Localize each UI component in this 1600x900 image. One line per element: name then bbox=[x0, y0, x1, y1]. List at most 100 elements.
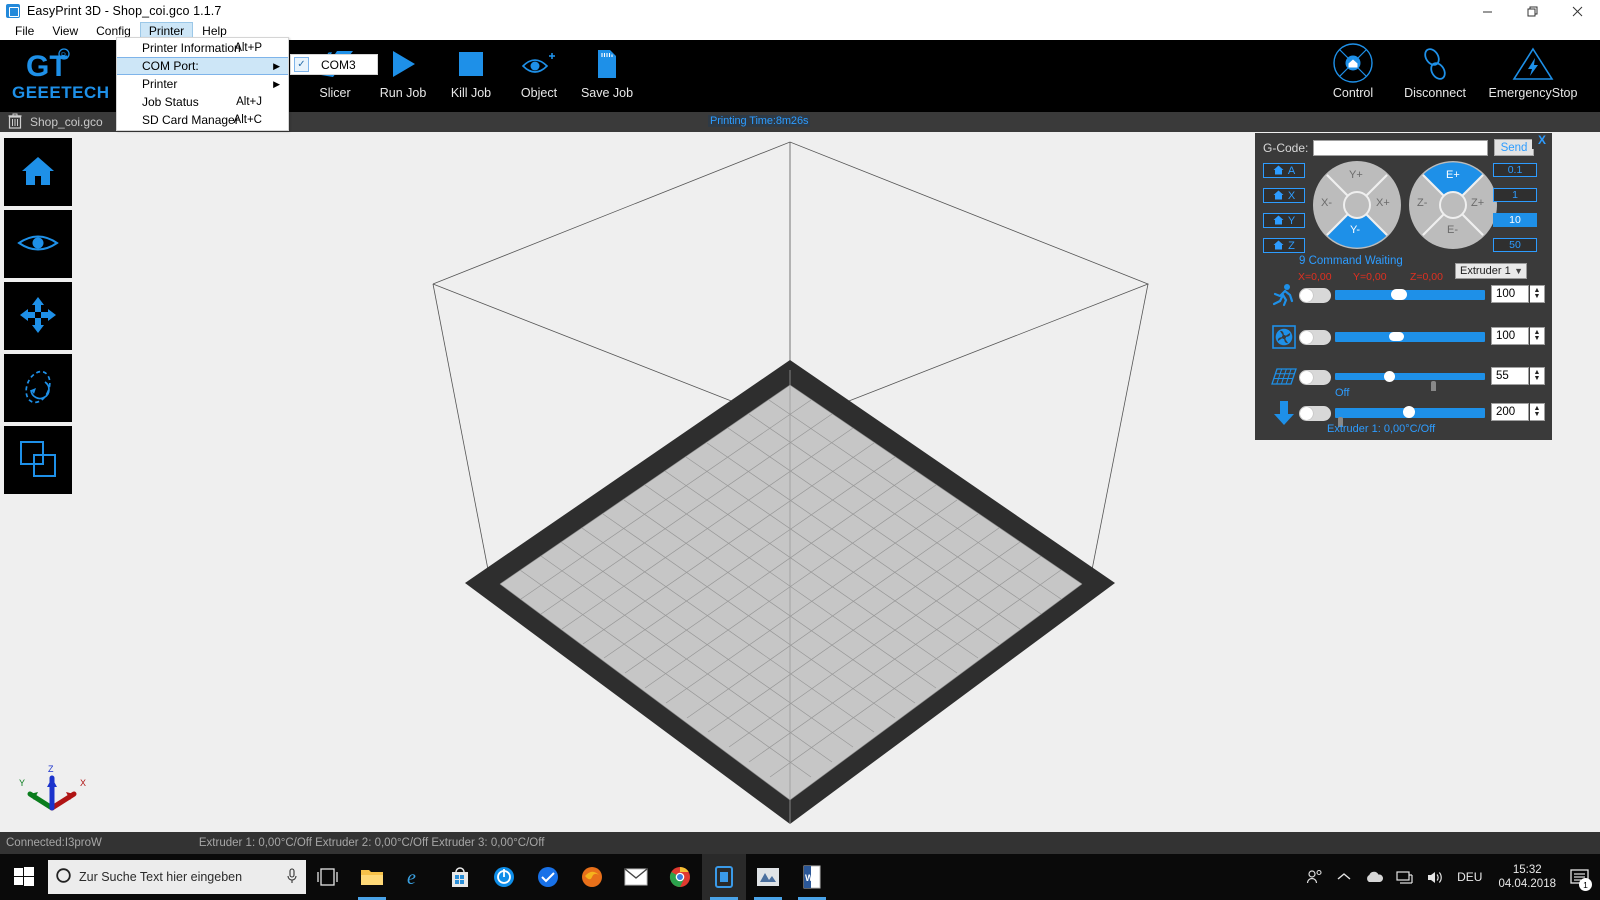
fan-spinner[interactable]: ▲▼ bbox=[1530, 327, 1545, 345]
xy-wheel-hub[interactable] bbox=[1343, 191, 1371, 219]
rotate-button[interactable] bbox=[4, 354, 72, 422]
toolbar-run-job-button[interactable]: Run Job bbox=[368, 44, 438, 110]
jog-z-minus-label: Z- bbox=[1417, 197, 1427, 209]
home-view-button[interactable] bbox=[4, 138, 72, 206]
chrome-icon[interactable] bbox=[658, 854, 702, 900]
feedrate-spinner[interactable]: ▲▼ bbox=[1530, 285, 1545, 303]
extruder-temp-value[interactable]: 200 bbox=[1491, 403, 1529, 421]
view-mode-button[interactable] bbox=[4, 210, 72, 278]
control-panel-close-button[interactable]: X bbox=[1532, 133, 1552, 149]
easyprint3d-icon[interactable] bbox=[702, 854, 746, 900]
bed-temp-slider-track[interactable] bbox=[1335, 373, 1485, 380]
xy-jog-wheel[interactable]: Y+ Y- X- X+ bbox=[1313, 161, 1401, 249]
menu-item-sd-card-manager[interactable]: SD Card Manager Alt+C bbox=[117, 111, 288, 129]
menu-item-accel: Alt+C bbox=[234, 114, 262, 126]
menu-item-printer[interactable]: Printer ▶ bbox=[117, 75, 288, 93]
extruder-temp-slider-knob[interactable] bbox=[1403, 406, 1415, 418]
submenu-item-label: COM3 bbox=[321, 58, 356, 72]
feedrate-slider-knob[interactable] bbox=[1391, 289, 1407, 300]
teamviewer-icon[interactable] bbox=[482, 854, 526, 900]
home-icon bbox=[19, 154, 57, 191]
submenu-item-com3[interactable]: ✓ COM3 bbox=[291, 55, 377, 74]
close-icon[interactable] bbox=[1555, 0, 1600, 22]
network-icon[interactable] bbox=[1389, 854, 1419, 900]
bed-temp-slider-knob[interactable] bbox=[1384, 371, 1395, 382]
mail-icon[interactable] bbox=[614, 854, 658, 900]
system-tray: DEU 15:32 04.04.2018 1 bbox=[1299, 854, 1600, 900]
svg-text:Y: Y bbox=[19, 778, 25, 788]
layers-button[interactable] bbox=[4, 426, 72, 494]
axis-gizmo: Y X Z bbox=[14, 760, 94, 824]
home-y-button[interactable]: Y bbox=[1263, 213, 1305, 228]
bed-temp-slider-row: 55 ▲▼ Off bbox=[1263, 365, 1545, 389]
home-icon bbox=[1273, 239, 1284, 253]
fan-slider-knob[interactable] bbox=[1389, 332, 1404, 341]
bed-temp-value[interactable]: 55 bbox=[1491, 367, 1529, 385]
bed-temp-toggle[interactable] bbox=[1299, 370, 1331, 385]
feedrate-toggle[interactable] bbox=[1299, 288, 1331, 303]
ze-jog-wheel[interactable]: E+ E- Z- Z+ bbox=[1409, 161, 1497, 249]
dropbox-icon[interactable] bbox=[526, 854, 570, 900]
onedrive-icon[interactable] bbox=[1359, 854, 1389, 900]
home-z-button[interactable]: Z bbox=[1263, 238, 1305, 253]
menu-item-accel: Alt+P bbox=[234, 42, 262, 54]
toolbar-object-button[interactable]: Object bbox=[504, 44, 574, 110]
step-size-50[interactable]: 50 bbox=[1493, 238, 1537, 252]
gcode-input[interactable] bbox=[1313, 140, 1488, 156]
bed-temp-status: Off bbox=[1335, 387, 1349, 399]
extruder-select[interactable]: Extruder 1 ▼ bbox=[1455, 263, 1527, 279]
menu-item-printer-information[interactable]: Printer Information Alt+P bbox=[117, 39, 288, 57]
repetier-icon[interactable] bbox=[746, 854, 790, 900]
toolbar-save-job-button[interactable]: Save Job bbox=[572, 44, 642, 110]
extruder-temp-toggle[interactable] bbox=[1299, 406, 1331, 421]
eye-plus-icon bbox=[519, 44, 559, 84]
toolbar-disconnect-button[interactable]: Disconnect bbox=[1400, 44, 1470, 110]
window-titlebar: EasyPrint 3D - Shop_coi.gco 1.1.7 bbox=[0, 0, 1600, 22]
send-button[interactable]: Send bbox=[1494, 139, 1534, 156]
restore-icon[interactable] bbox=[1510, 0, 1555, 22]
menu-item-com-port[interactable]: COM Port: ▶ bbox=[117, 57, 288, 75]
open-file-name[interactable]: Shop_coi.gco bbox=[30, 115, 103, 129]
windows-start-icon[interactable] bbox=[0, 854, 48, 900]
microsoft-store-icon[interactable] bbox=[438, 854, 482, 900]
toolbar-emergency-stop-button[interactable]: EmergencyStop bbox=[1478, 44, 1588, 110]
feedrate-value[interactable]: 100 bbox=[1491, 285, 1529, 303]
step-size-10[interactable]: 10 bbox=[1493, 213, 1537, 227]
pan-button[interactable] bbox=[4, 282, 72, 350]
clock[interactable]: 15:32 04.04.2018 bbox=[1490, 863, 1564, 891]
file-explorer-icon[interactable] bbox=[350, 854, 394, 900]
internet-explorer-icon[interactable]: e bbox=[394, 854, 438, 900]
task-view-icon[interactable] bbox=[306, 854, 350, 900]
minimize-icon[interactable] bbox=[1465, 0, 1510, 22]
jog-y-minus-label: Y- bbox=[1350, 224, 1360, 236]
home-x-label: X bbox=[1288, 190, 1295, 202]
extruder-temp-spinner[interactable]: ▲▼ bbox=[1530, 403, 1545, 421]
step-size-0-1[interactable]: 0.1 bbox=[1493, 163, 1537, 177]
menu-view[interactable]: View bbox=[43, 22, 87, 40]
step-size-1[interactable]: 1 bbox=[1493, 188, 1537, 202]
show-hidden-icons-icon[interactable] bbox=[1329, 854, 1359, 900]
home-x-button[interactable]: X bbox=[1263, 188, 1305, 203]
fan-slider-track[interactable] bbox=[1335, 332, 1485, 342]
firefox-icon[interactable] bbox=[570, 854, 614, 900]
volume-icon[interactable] bbox=[1419, 854, 1449, 900]
microphone-icon[interactable] bbox=[286, 868, 298, 887]
feedrate-slider-row: 100 ▲▼ bbox=[1263, 283, 1545, 307]
feedrate-slider-track[interactable] bbox=[1335, 290, 1485, 300]
menu-item-job-status[interactable]: Job Status Alt+J bbox=[117, 93, 288, 111]
search-input[interactable]: Zur Suche Text hier eingeben bbox=[48, 860, 306, 894]
toolbar-control-button[interactable]: Control bbox=[1318, 44, 1388, 110]
word-icon[interactable]: W bbox=[790, 854, 834, 900]
trash-icon[interactable] bbox=[8, 113, 22, 132]
people-icon[interactable] bbox=[1299, 854, 1329, 900]
fan-value[interactable]: 100 bbox=[1491, 327, 1529, 345]
language-indicator[interactable]: DEU bbox=[1449, 870, 1490, 884]
home-all-button[interactable]: A bbox=[1263, 163, 1305, 178]
fan-toggle[interactable] bbox=[1299, 330, 1331, 345]
toolbar-kill-job-button[interactable]: Kill Job bbox=[436, 44, 506, 110]
bed-temp-spinner[interactable]: ▲▼ bbox=[1530, 367, 1545, 385]
check-icon: ✓ bbox=[294, 57, 309, 72]
menu-file[interactable]: File bbox=[6, 22, 43, 40]
action-center-icon[interactable]: 1 bbox=[1564, 854, 1596, 900]
ze-wheel-hub[interactable] bbox=[1439, 191, 1467, 219]
